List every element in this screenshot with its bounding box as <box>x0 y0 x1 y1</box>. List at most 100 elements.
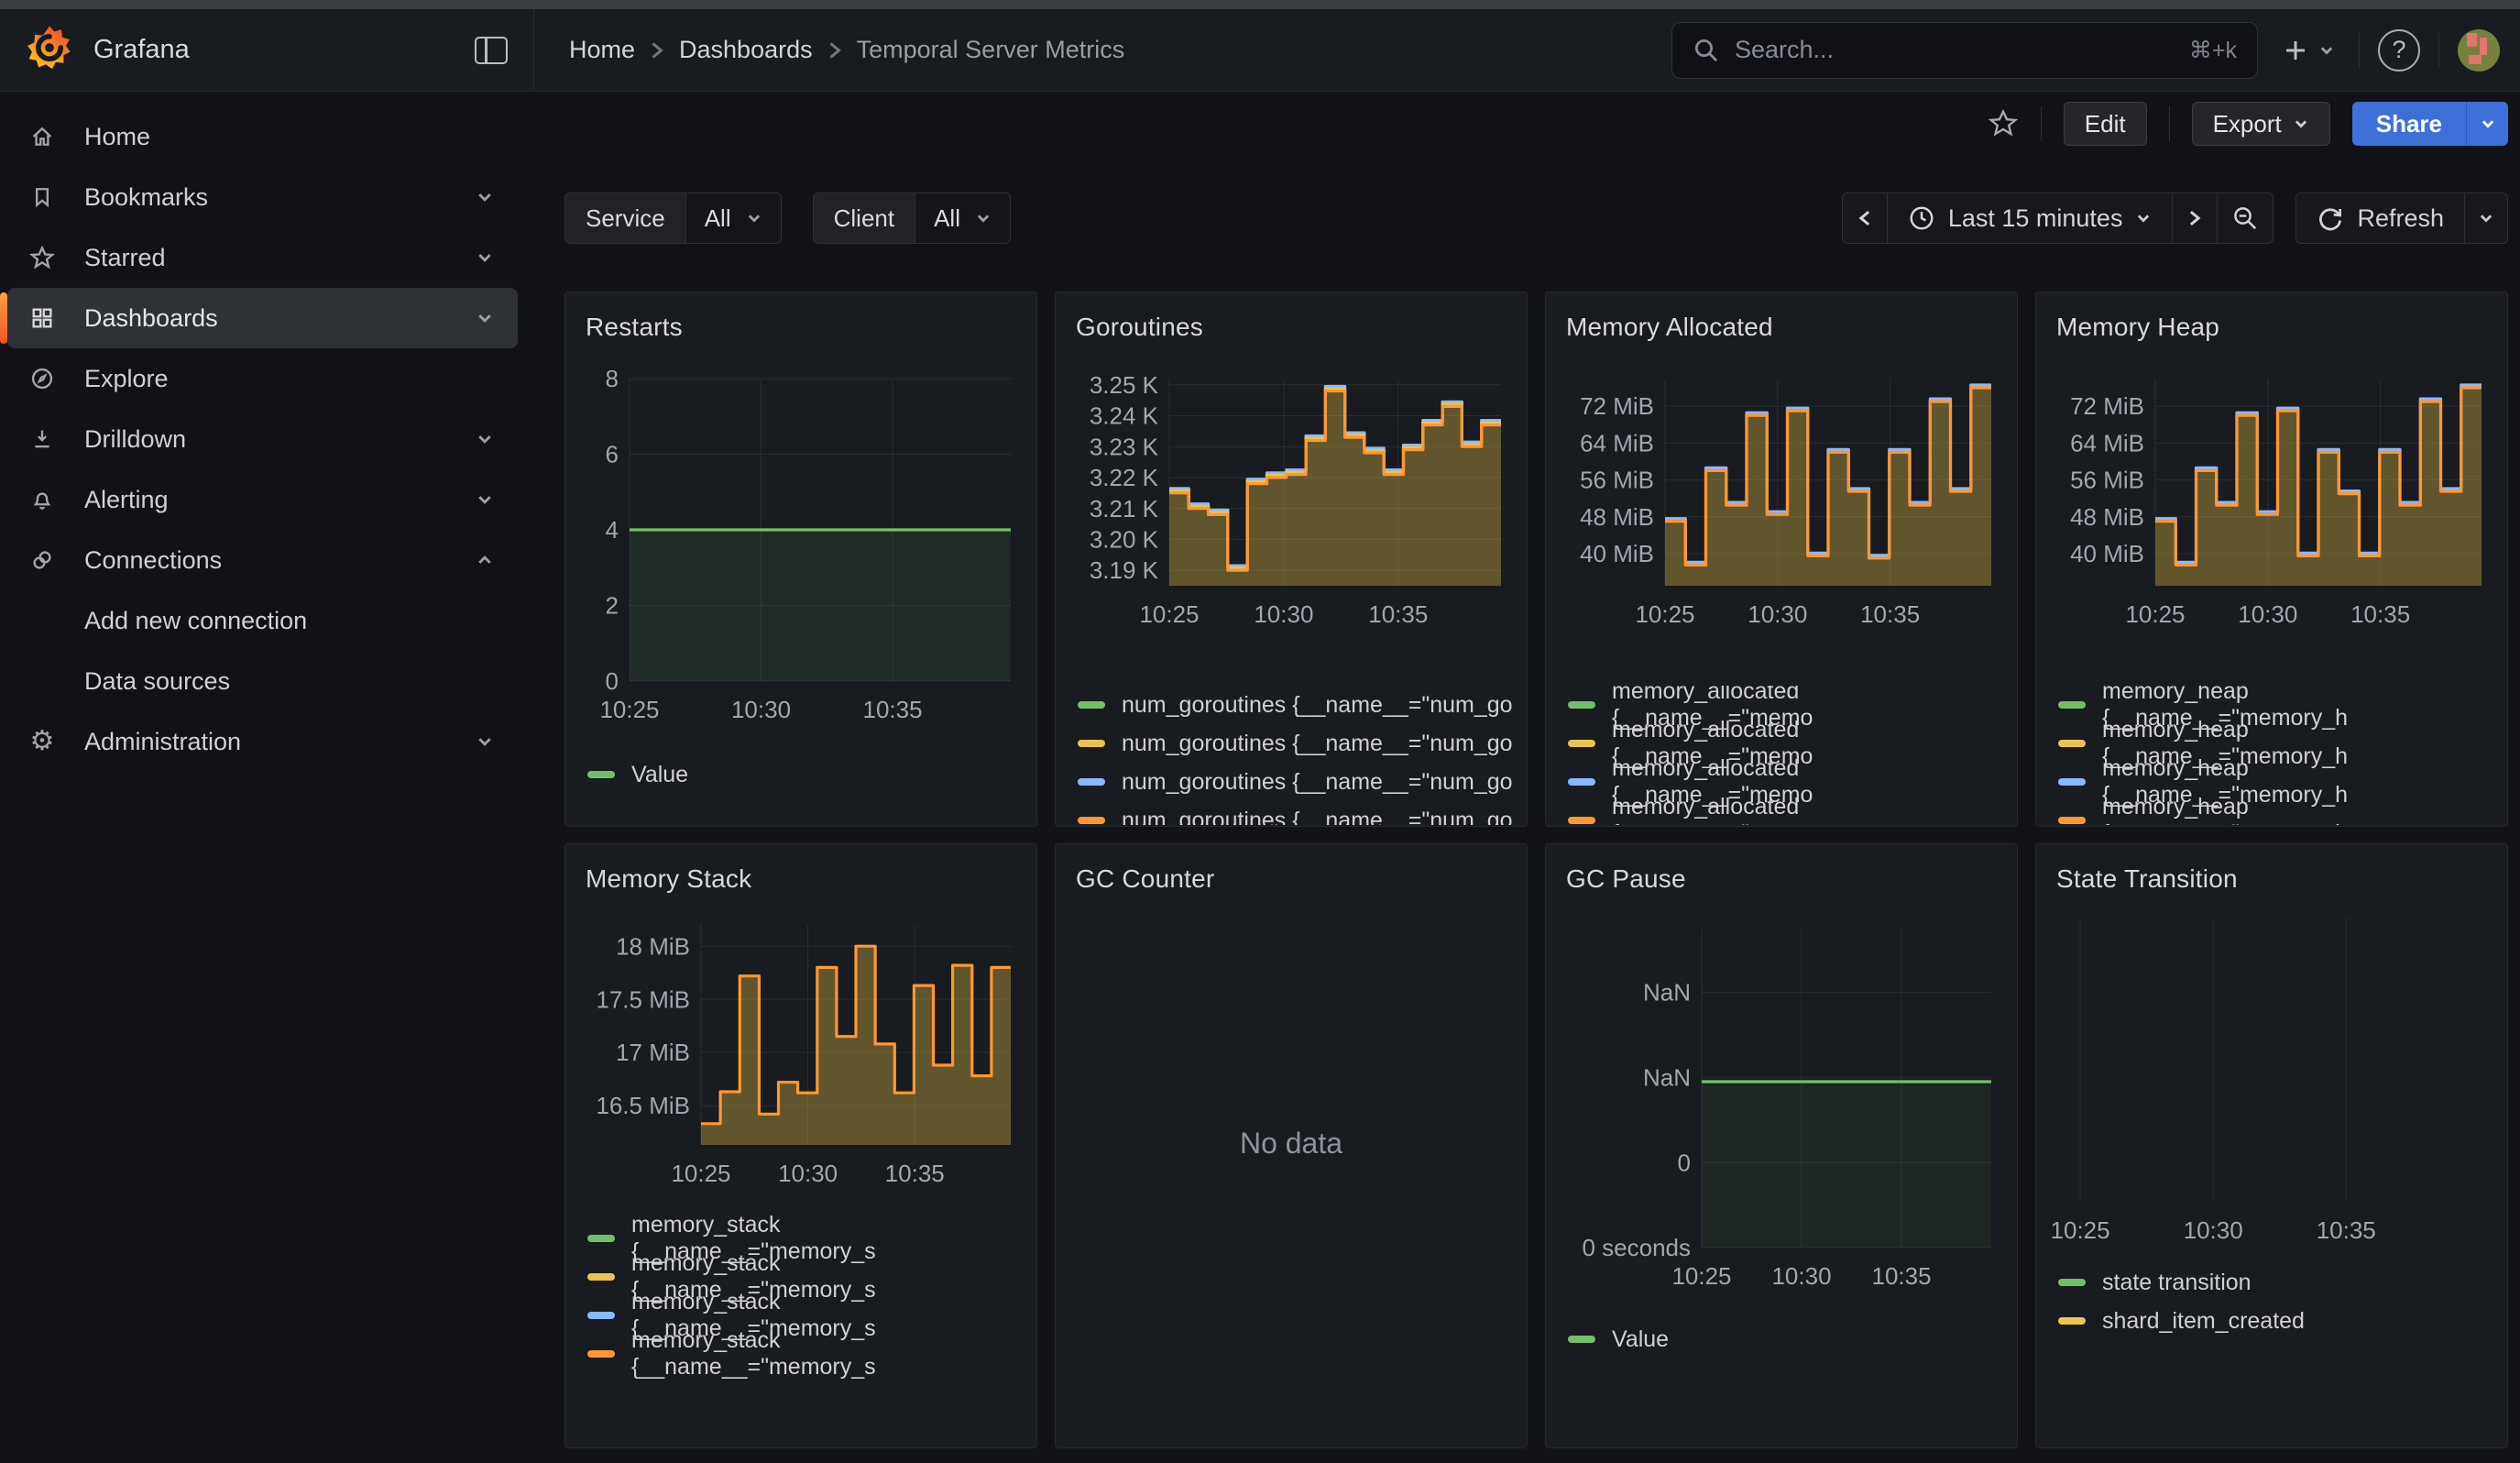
export-button[interactable]: Export <box>2192 102 2330 146</box>
legend-item[interactable]: num_goroutines {__name__="num_go <box>1078 763 1516 801</box>
window-chrome-strip <box>0 0 2520 9</box>
goroutines-chart[interactable]: 3.19 K3.20 K3.21 K3.22 K3.23 K3.24 K3.25… <box>1067 355 1516 645</box>
sidebar-item-starred[interactable]: Starred <box>7 227 518 288</box>
legend-item[interactable]: Value <box>587 755 1025 794</box>
chevron-down-icon[interactable] <box>476 188 494 206</box>
legend-item[interactable]: shard_item_created <box>2058 1302 2496 1340</box>
share-caret-button[interactable] <box>2466 102 2508 146</box>
svg-text:10:30: 10:30 <box>2238 600 2297 628</box>
sidebar-toggle-icon[interactable] <box>475 37 508 64</box>
panel-memory-allocated: Memory Allocated 40 MiB48 MiB56 MiB64 Mi… <box>1545 292 2018 827</box>
dashboard-main: Edit Export Share Service All Client <box>534 92 2520 1462</box>
legend-swatch <box>1568 740 1595 747</box>
sidebar-item-connections[interactable]: Connections <box>7 530 518 590</box>
star-icon <box>27 245 57 270</box>
client-filter-selected: All <box>934 204 960 233</box>
svg-text:18 MiB: 18 MiB <box>616 932 690 960</box>
refresh-button[interactable]: Refresh <box>2295 192 2465 244</box>
sidebar-item-data-sources[interactable]: Data sources <box>7 651 518 711</box>
legend: memory_stack {__name__="memory_s memory_… <box>587 1219 1025 1373</box>
legend-swatch <box>1078 817 1105 824</box>
zoom-out-icon <box>2231 204 2259 232</box>
legend-swatch <box>1078 701 1105 709</box>
chevron-down-icon[interactable] <box>476 430 494 448</box>
sidebar-item-home[interactable]: Home <box>7 106 518 167</box>
svg-text:64 MiB: 64 MiB <box>1580 429 1654 456</box>
sidebar-item-administration[interactable]: ⚙ Administration <box>7 711 518 772</box>
state-transition-chart[interactable]: 10:2510:3010:35 <box>2047 907 2496 1247</box>
star-dashboard-button[interactable] <box>1988 108 2019 139</box>
time-range-picker[interactable]: Last 15 minutes <box>1887 192 2174 244</box>
panel-title[interactable]: Memory Allocated <box>1566 313 2006 342</box>
sidebar-item-explore[interactable]: Explore <box>7 348 518 409</box>
service-filter-value[interactable]: All <box>685 193 781 243</box>
sidebar-item-dashboards[interactable]: Dashboards <box>7 288 518 348</box>
panel-title[interactable]: GC Counter <box>1076 864 1516 894</box>
zoom-out-button[interactable] <box>2217 192 2273 244</box>
memory-stack-chart[interactable]: 16.5 MiB17 MiB17.5 MiB18 MiB10:2510:3010… <box>576 907 1025 1203</box>
sidebar-item-label: Starred <box>84 244 166 272</box>
sidebar-item-bookmarks[interactable]: Bookmarks <box>7 167 518 227</box>
legend-item[interactable]: memory_heap {__name__="memory_h <box>2058 801 2496 825</box>
service-filter[interactable]: Service All <box>564 192 782 244</box>
breadcrumb-dashboards[interactable]: Dashboards <box>679 36 813 64</box>
svg-text:10:25: 10:25 <box>2125 600 2185 628</box>
legend-item[interactable]: memory_allocated {__name__="memo <box>1568 801 2006 825</box>
refresh-group: Refresh <box>2295 192 2508 244</box>
chevron-down-icon[interactable] <box>476 248 494 267</box>
refresh-interval-button[interactable] <box>2464 192 2508 244</box>
panel-title[interactable]: Restarts <box>586 313 1025 342</box>
legend: memory_heap {__name__="memory_h memory_h… <box>2058 686 2496 825</box>
time-shift-forward-button[interactable] <box>2172 192 2218 244</box>
memory-heap-chart[interactable]: 40 MiB48 MiB56 MiB64 MiB72 MiB10:2510:30… <box>2047 355 2496 645</box>
brand-title: Grafana <box>93 35 190 65</box>
client-filter[interactable]: Client All <box>813 192 1011 244</box>
legend-item[interactable]: num_goroutines {__name__="num_go <box>1078 801 1516 825</box>
user-avatar[interactable] <box>2458 29 2500 72</box>
legend-item[interactable]: memory_stack {__name__="memory_s <box>587 1335 1025 1373</box>
chevron-up-icon[interactable] <box>476 551 494 569</box>
edit-button[interactable]: Edit <box>2064 102 2147 146</box>
panel-title[interactable]: State Transition <box>2056 864 2496 894</box>
gc-pause-chart[interactable]: 0 seconds0NaNNaN10:2510:3010:35 <box>1557 907 2006 1304</box>
client-filter-value[interactable]: All <box>915 193 1010 243</box>
plus-icon <box>2282 37 2309 64</box>
legend-label: Value <box>1612 1326 1669 1353</box>
legend-item[interactable]: num_goroutines {__name__="num_go <box>1078 686 1516 724</box>
panel-title[interactable]: Memory Heap <box>2056 313 2496 342</box>
time-controls: Last 15 minutes Refresh <box>1842 192 2508 244</box>
svg-text:56 MiB: 56 MiB <box>1580 467 1654 494</box>
legend-item[interactable]: Value <box>1568 1320 2006 1358</box>
share-button[interactable]: Share <box>2352 102 2466 146</box>
chevron-down-icon <box>2135 210 2152 226</box>
chevron-down-icon[interactable] <box>476 309 494 327</box>
service-filter-label: Service <box>565 193 685 243</box>
svg-text:3.20 K: 3.20 K <box>1090 526 1159 554</box>
panel-title[interactable]: Memory Stack <box>586 864 1025 894</box>
sidebar-item-add-new-connection[interactable]: Add new connection <box>7 590 518 651</box>
help-icon[interactable]: ? <box>2378 29 2420 72</box>
restarts-chart[interactable]: 0246810:2510:3010:35 <box>576 355 1025 739</box>
sidebar-item-alerting[interactable]: Alerting <box>7 469 518 530</box>
chevron-down-icon[interactable] <box>476 732 494 751</box>
legend-item[interactable]: state transition <box>2058 1263 2496 1302</box>
svg-text:10:30: 10:30 <box>778 1160 838 1187</box>
memory-allocated-chart[interactable]: 40 MiB48 MiB56 MiB64 MiB72 MiB10:2510:30… <box>1557 355 2006 645</box>
panel-title[interactable]: GC Pause <box>1566 864 2006 894</box>
search-input[interactable]: Search... ⌘+k <box>1671 22 2258 79</box>
sidebar-item-label: Dashboards <box>84 304 218 333</box>
grafana-logo-icon[interactable] <box>26 24 73 76</box>
gear-icon: ⚙ <box>27 728 57 755</box>
panel-title[interactable]: Goroutines <box>1076 313 1516 342</box>
export-label: Export <box>2213 110 2282 138</box>
time-shift-back-button[interactable] <box>1842 192 1888 244</box>
chevron-down-icon[interactable] <box>476 490 494 509</box>
legend: Value <box>1568 1320 2006 1358</box>
breadcrumb-home[interactable]: Home <box>569 36 635 64</box>
add-button[interactable] <box>2276 37 2340 64</box>
svg-text:10:35: 10:35 <box>1860 600 1920 628</box>
legend-item[interactable]: num_goroutines {__name__="num_go <box>1078 724 1516 763</box>
sidebar-item-drilldown[interactable]: Drilldown <box>7 409 518 469</box>
legend-label: Value <box>631 762 688 788</box>
search-icon <box>1693 37 1720 64</box>
